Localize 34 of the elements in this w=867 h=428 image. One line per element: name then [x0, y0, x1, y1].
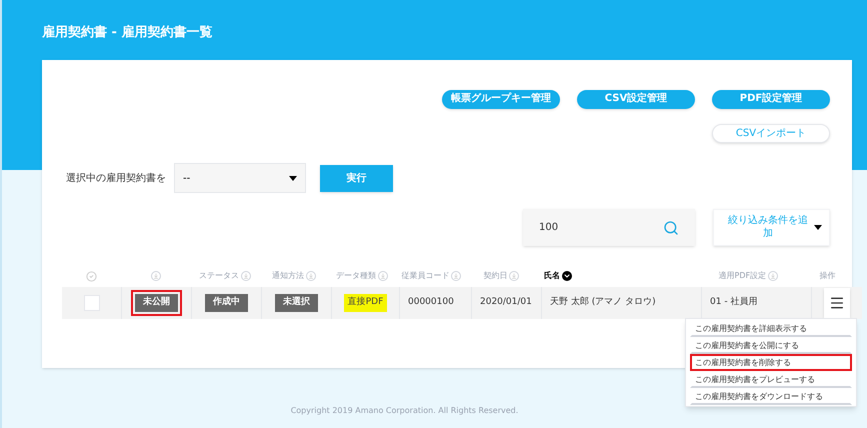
table-cell-text: 天野 太郎 (アマノ タロウ)	[550, 296, 656, 310]
column-header: 氏名	[544, 270, 560, 282]
table-cell-text: 00000100	[408, 296, 454, 310]
column-header: データ種類	[336, 270, 376, 282]
sort-icon[interactable]	[562, 271, 572, 281]
action-select[interactable]: --	[174, 163, 306, 193]
bulk-action-label: 選択中の雇用契約書を	[66, 172, 166, 186]
copyright-text: Copyright 2019 Amano Corporation. All Rights Reserved.	[290, 405, 518, 417]
select-all-icon[interactable]	[86, 270, 98, 282]
table-cell-text: 2020/01/01	[480, 296, 532, 310]
menu-item[interactable]: この雇用契約書を削除する	[690, 354, 852, 371]
search-icon[interactable]	[663, 220, 679, 236]
status-badge: 未公開	[135, 294, 178, 312]
menu-item[interactable]: この雇用契約書を公開にする	[690, 337, 852, 354]
dropdown-arrow-icon	[289, 176, 297, 180]
column-header: 適用PDF設定	[718, 270, 766, 282]
row-menu-button[interactable]	[824, 288, 850, 318]
row-checkbox[interactable]	[84, 295, 100, 311]
menu-item[interactable]: この雇用契約書を詳細表示する	[690, 320, 852, 337]
column-header: 操作	[819, 270, 836, 282]
column-header: 通知方法	[272, 270, 304, 282]
page-title: 雇用契約書 - 雇用契約書一覧	[42, 24, 214, 42]
table-row[interactable]: 未公開 作成中 未選択 直接PDF 00000100 2020/01/01 天野 太郎 (アマノ タロウ) 01 - 社員用	[62, 287, 862, 319]
menu-item[interactable]: この雇用契約書をダウンロードする	[690, 388, 852, 405]
status-badge: 未選択	[275, 294, 318, 312]
menu-icon	[829, 295, 845, 311]
search-field[interactable]: 100	[523, 209, 695, 246]
column-header: ステータス	[198, 270, 239, 282]
column-header: 従業員コード	[401, 270, 450, 282]
data-type-tag: 直接PDF	[344, 294, 388, 312]
table-cell-text: 01 - 社員用	[710, 296, 758, 310]
column-header: 契約日	[483, 270, 508, 282]
menu-item[interactable]: この雇用契約書をプレビューする	[690, 371, 852, 388]
status-badge: 作成中	[205, 294, 248, 312]
